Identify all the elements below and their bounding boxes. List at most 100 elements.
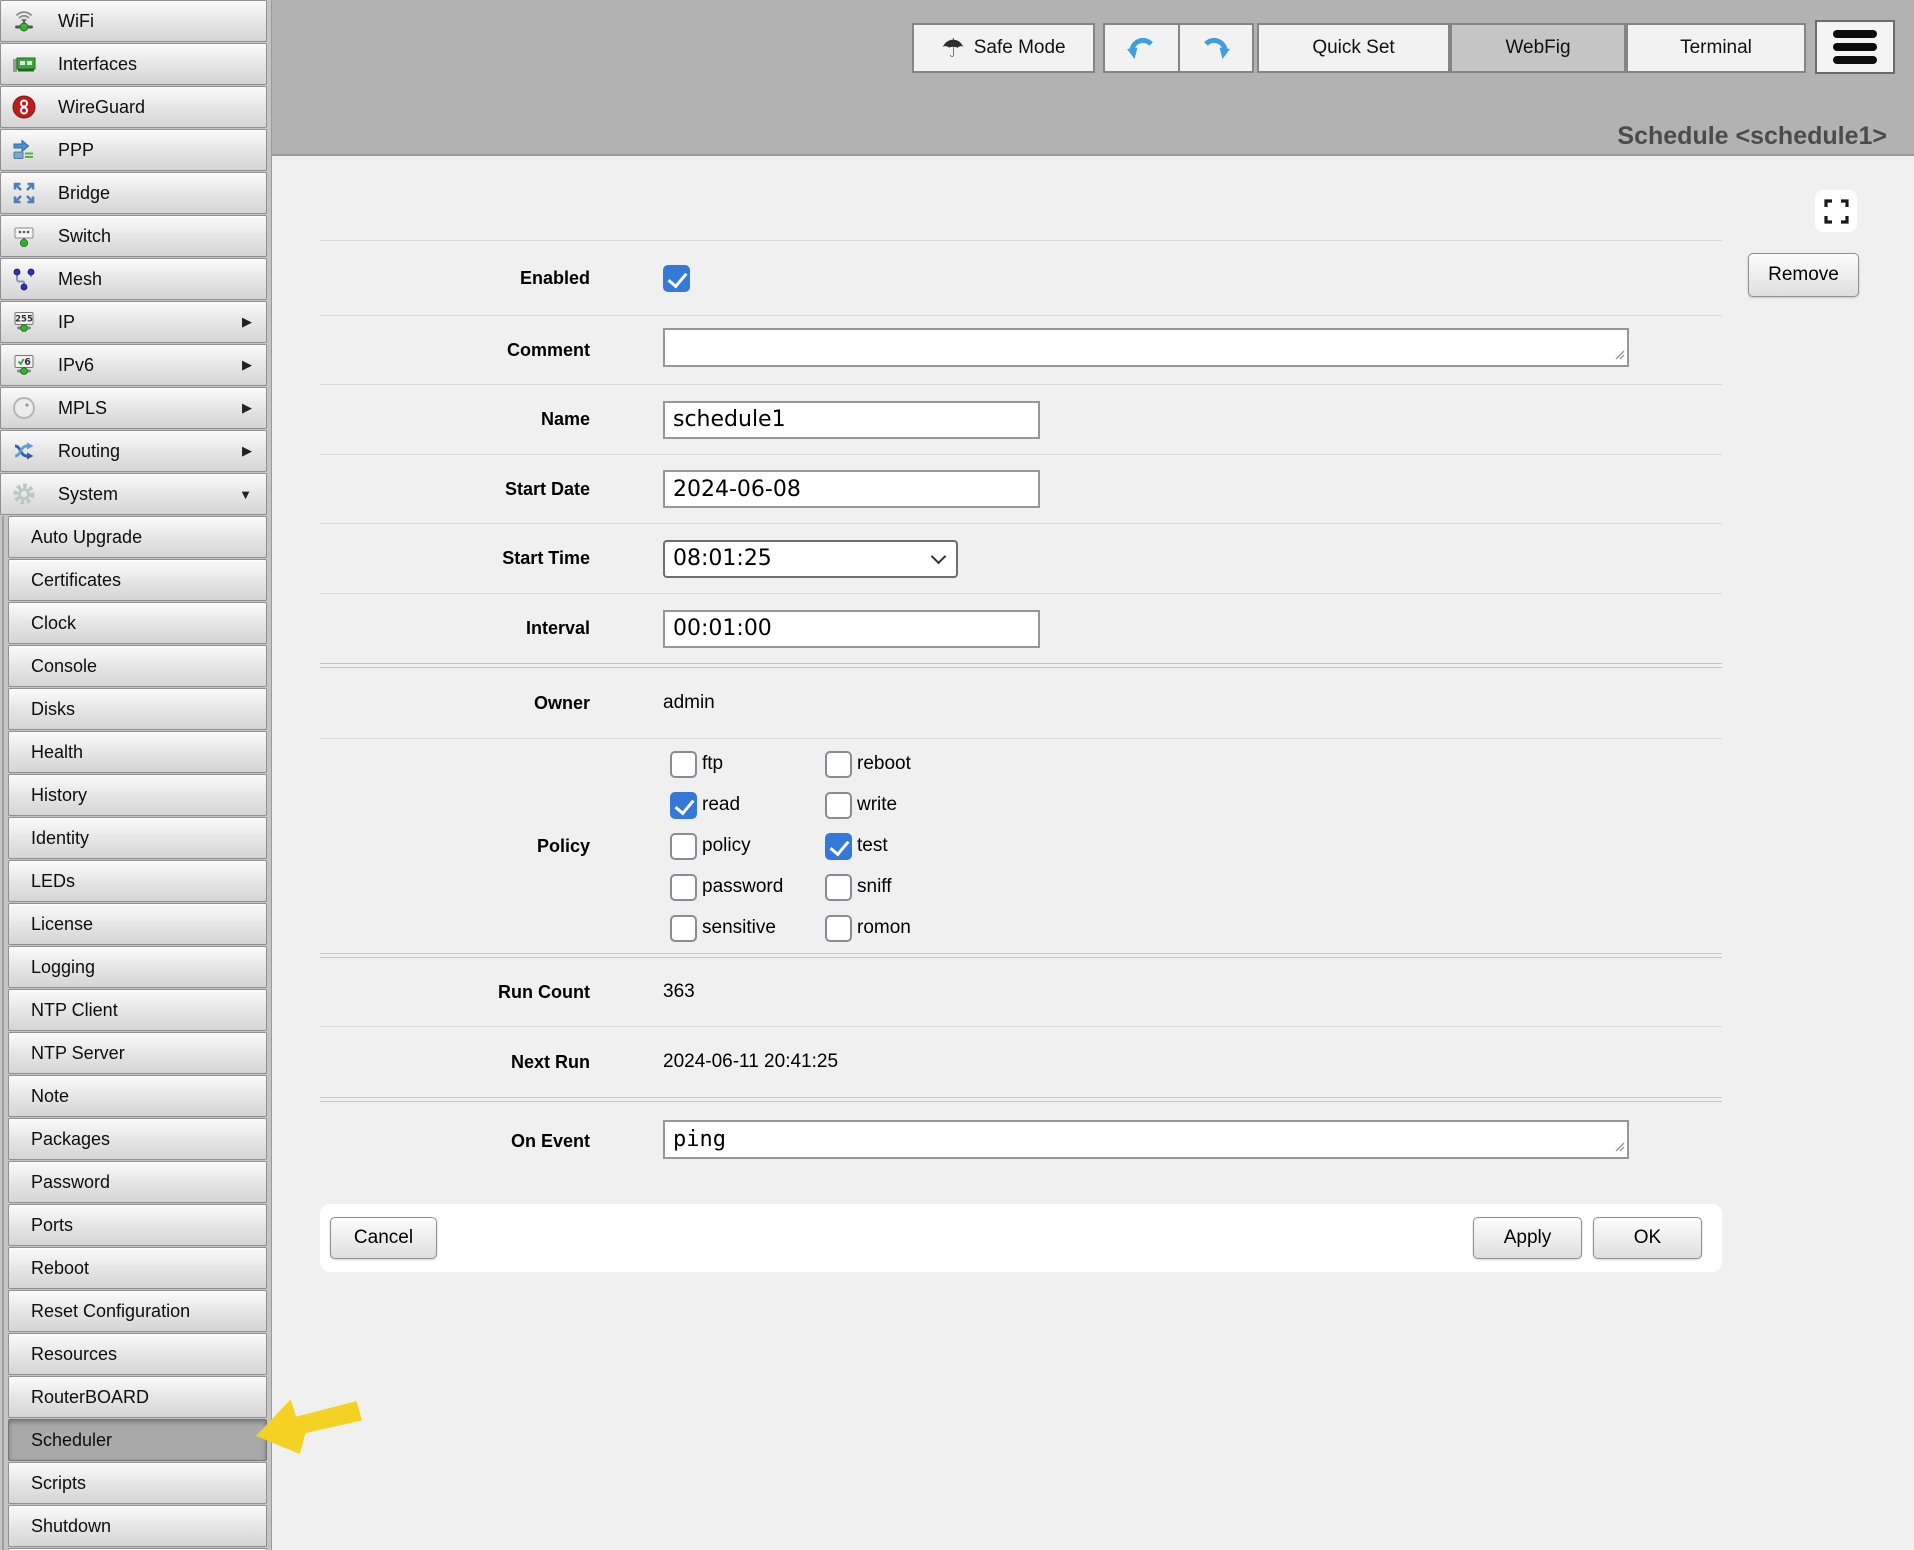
policy-romon-checkbox[interactable] [825, 915, 852, 942]
start-date-input[interactable] [663, 470, 1040, 508]
sidebar-item-label: Interfaces [58, 54, 137, 75]
policy-ftp-checkbox[interactable] [670, 751, 697, 778]
sidebar-item-scheduler[interactable]: Scheduler [8, 1419, 267, 1461]
policy-sensitive-checkbox[interactable] [670, 915, 697, 942]
owner-label: Owner [320, 693, 590, 714]
next-run-label: Next Run [320, 1052, 590, 1073]
start-time-label: Start Time [320, 548, 590, 569]
sidebar-item-disks[interactable]: Disks [8, 688, 267, 730]
sidebar-item-mesh[interactable]: Mesh [0, 258, 267, 300]
sidebar-item-reset-configuration[interactable]: Reset Configuration [8, 1290, 267, 1332]
sidebar-item-bridge[interactable]: Bridge [0, 172, 267, 214]
policy-sniff-checkbox[interactable] [825, 874, 852, 901]
remove-button[interactable]: Remove [1748, 253, 1859, 297]
ip-icon: 255 [9, 308, 39, 336]
sidebar-item-ip[interactable]: 255 IP ▶ [0, 301, 267, 343]
run-count-label: Run Count [320, 982, 590, 1003]
name-label: Name [320, 409, 590, 430]
tab-terminal[interactable]: Terminal [1626, 23, 1806, 73]
interval-input[interactable] [663, 610, 1040, 648]
hamburger-menu-button[interactable] [1815, 20, 1895, 74]
start-time-select[interactable]: 08:01:25 [663, 540, 958, 578]
on-event-label: On Event [320, 1131, 590, 1152]
comment-field[interactable] [663, 328, 1629, 367]
sidebar-item-label: IPv6 [58, 355, 94, 376]
apply-button[interactable]: Apply [1473, 1217, 1582, 1259]
content-area: Remove Enabled Comment [272, 156, 1914, 1550]
umbrella-icon: ☂ [941, 35, 964, 61]
sidebar-item-reboot[interactable]: Reboot [8, 1247, 267, 1289]
sidebar-item-ppp[interactable]: PPP [0, 129, 267, 171]
redo-button[interactable] [1178, 25, 1253, 71]
interfaces-icon [9, 50, 39, 78]
undo-redo-group [1103, 23, 1254, 73]
sidebar-item-logging[interactable]: Logging [8, 946, 267, 988]
sidebar-item-password[interactable]: Password [8, 1161, 267, 1203]
sidebar-item-health[interactable]: Health [8, 731, 267, 773]
policy-password-checkbox[interactable] [670, 874, 697, 901]
cancel-button[interactable]: Cancel [330, 1217, 437, 1259]
sidebar-item-interfaces[interactable]: Interfaces [0, 43, 267, 85]
sidebar-item-ports[interactable]: Ports [8, 1204, 267, 1246]
sidebar-item-identity[interactable]: Identity [8, 817, 267, 859]
resize-grip-icon[interactable] [1615, 1139, 1625, 1157]
safe-mode-button[interactable]: ☂ Safe Mode [912, 23, 1095, 73]
undo-button[interactable] [1105, 25, 1178, 71]
routing-icon [9, 437, 39, 465]
sidebar-item-label: Routing [58, 441, 120, 462]
system-gear-icon [9, 480, 39, 508]
policy-write-checkbox[interactable] [825, 792, 852, 819]
sidebar-item-note[interactable]: Note [8, 1075, 267, 1117]
sidebar-item-label: MPLS [58, 398, 107, 419]
policy-policy-checkbox[interactable] [670, 833, 697, 860]
sidebar-item-routing[interactable]: Routing ▶ [0, 430, 267, 472]
tab-quick-set[interactable]: Quick Set [1257, 23, 1450, 73]
sidebar-item-clock[interactable]: Clock [8, 602, 267, 644]
tab-webfig[interactable]: WebFig [1450, 23, 1626, 73]
name-input[interactable] [663, 401, 1040, 439]
policy-read-checkbox[interactable] [670, 792, 697, 819]
hamburger-icon [1833, 30, 1877, 38]
comment-label: Comment [320, 340, 590, 361]
sidebar-item-packages[interactable]: Packages [8, 1118, 267, 1160]
sidebar-item-certificates[interactable]: Certificates [8, 559, 267, 601]
sidebar-item-label: Bridge [58, 183, 110, 204]
sidebar-item-history[interactable]: History [8, 774, 267, 816]
sidebar-item-routerboard[interactable]: RouterBOARD [8, 1376, 267, 1418]
sidebar-item-shutdown[interactable]: Shutdown [8, 1505, 267, 1547]
fullscreen-button[interactable] [1815, 190, 1857, 232]
sidebar-item-scripts[interactable]: Scripts [8, 1462, 267, 1504]
bridge-icon [9, 179, 39, 207]
policy-label: Policy [320, 836, 590, 857]
on-event-field[interactable]: ping [663, 1120, 1629, 1159]
sidebar-item-switch[interactable]: Switch [0, 215, 267, 257]
policy-grid: ftp reboot read write policy test passwo… [670, 751, 911, 942]
resize-grip-icon[interactable] [1615, 347, 1625, 365]
page-title: Schedule <schedule1> [1617, 122, 1887, 151]
policy-test-checkbox[interactable] [825, 833, 852, 860]
sidebar-item-leds[interactable]: LEDs [8, 860, 267, 902]
ok-button[interactable]: OK [1593, 1217, 1702, 1259]
sidebar-item-label: PPP [58, 140, 94, 161]
sidebar-item-wifi[interactable]: WiFi [0, 0, 267, 42]
sidebar-item-wireguard[interactable]: WireGuard [0, 86, 267, 128]
interval-label: Interval [320, 618, 590, 639]
mpls-icon [9, 394, 39, 422]
top-bar: ☂ Safe Mode Quick Set WebFig Term [272, 0, 1914, 156]
sidebar-item-label: WiFi [58, 11, 94, 32]
sidebar-item-mpls[interactable]: MPLS ▶ [0, 387, 267, 429]
sidebar-item-ntp-server[interactable]: NTP Server [8, 1032, 267, 1074]
webfig-app: WiFi Interfaces [0, 0, 1914, 1550]
sidebar-item-console[interactable]: Console [8, 645, 267, 687]
sidebar-item-ipv6[interactable]: 6 IPv6 ▶ [0, 344, 267, 386]
sidebar-item-ntp-client[interactable]: NTP Client [8, 989, 267, 1031]
sidebar-item-auto-upgrade[interactable]: Auto Upgrade [8, 516, 267, 558]
sidebar-item-system[interactable]: System ▼ [0, 473, 267, 515]
sidebar-item-label: Switch [58, 226, 111, 247]
sidebar-item-license[interactable]: License [8, 903, 267, 945]
sidebar-item-resources[interactable]: Resources [8, 1333, 267, 1375]
policy-reboot-checkbox[interactable] [825, 751, 852, 778]
enabled-checkbox[interactable] [663, 265, 690, 292]
enabled-row: Enabled [320, 241, 1722, 315]
on-event-row: On Event ping [320, 1102, 1722, 1181]
